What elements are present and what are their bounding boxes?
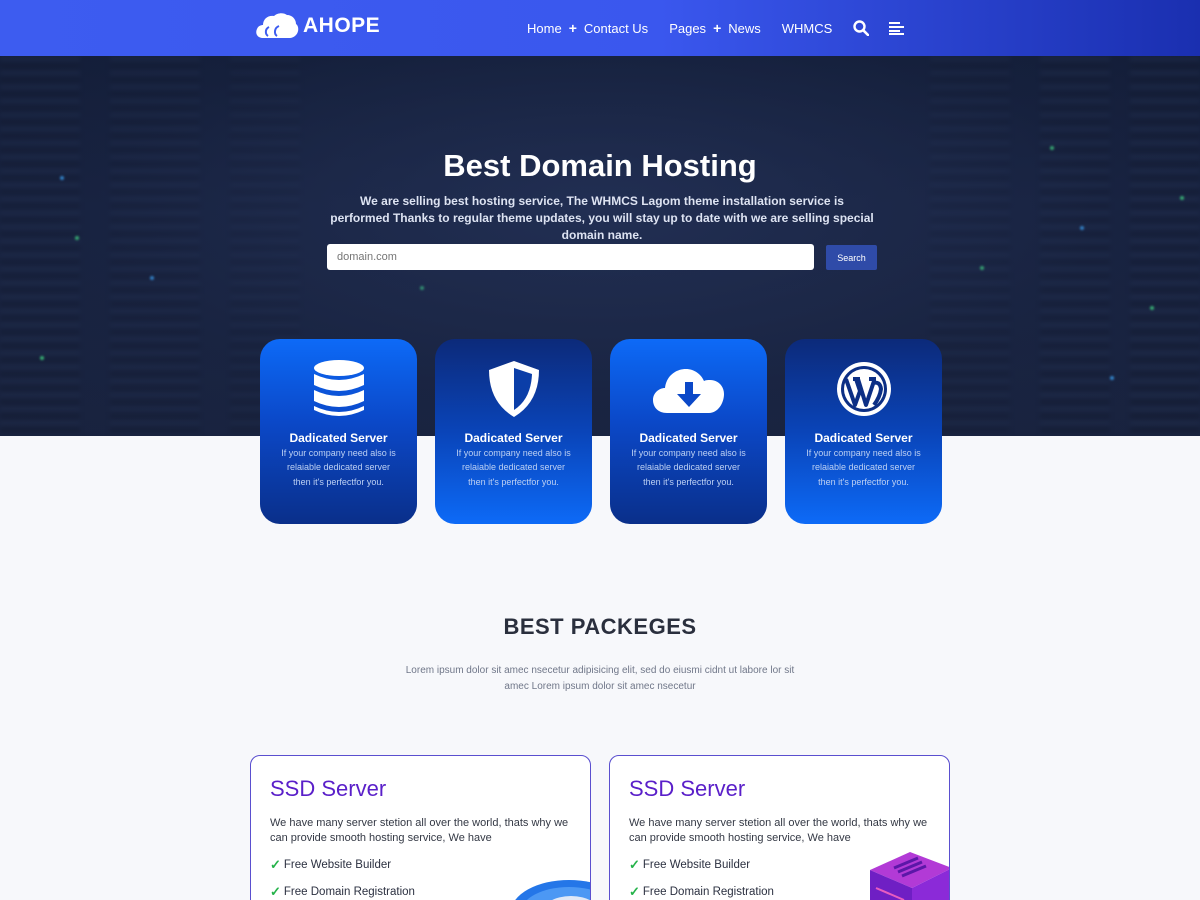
feature-card-text: If your company need also is relaiable d… (631, 448, 746, 487)
package-feature: ✓ Free Website Builder (629, 857, 751, 872)
package-card-1[interactable]: SSD Server We have many server stetion a… (250, 755, 591, 900)
check-icon: ✓ (270, 884, 281, 899)
packages-heading: BEST PACKEGES (503, 614, 697, 639)
menu-icon[interactable] (889, 21, 905, 35)
feature-card-shield[interactable]: Dadicated Server If your company need al… (435, 339, 592, 524)
hero-subtitle: We are selling best hosting service, The… (330, 194, 874, 242)
shield-icon (435, 359, 592, 419)
feature-cards: Dadicated Server If your company need al… (260, 339, 942, 524)
logo-text: AHOPE (303, 14, 381, 37)
top-navbar: AHOPE Home + Contact Us Pages + News WHM… (0, 0, 1200, 56)
feature-card-title: Dadicated Server (464, 431, 563, 445)
wordpress-icon (785, 359, 942, 419)
feature-card-wordpress[interactable]: Dadicated Server If your company need al… (785, 339, 942, 524)
search-button[interactable]: Search (826, 245, 877, 270)
package-title: SSD Server (270, 776, 387, 801)
feature-card-text: If your company need also is relaiable d… (456, 448, 571, 487)
package-feature: ✓ Free Domain Registration (270, 884, 415, 899)
package-feature: ✓ Free Domain Registration (629, 884, 774, 899)
disk-illustration-icon (515, 880, 590, 900)
domain-search-input[interactable] (327, 244, 814, 270)
nav-home-plus-icon[interactable]: + (569, 20, 577, 36)
database-icon (260, 359, 417, 419)
search-icon[interactable] (853, 20, 870, 36)
cloud-download-icon (610, 359, 767, 419)
package-description: We have many server stetion all over the… (270, 817, 569, 844)
feature-card-title: Dadicated Server (639, 431, 738, 445)
nav-pages[interactable]: Pages (669, 21, 706, 36)
cloud-logo-icon (256, 13, 299, 38)
hero-title: Best Domain Hosting (443, 148, 757, 183)
nav-pages-plus-icon[interactable]: + (713, 20, 721, 36)
feature-card-database[interactable]: Dadicated Server If your company need al… (260, 339, 417, 524)
package-feature: ✓ Free Website Builder (270, 857, 392, 872)
main-nav: Home + Contact Us Pages + News WHMCS (527, 0, 905, 56)
packages-subtitle: Lorem ipsum dolor sit amec nsecetur adip… (405, 665, 795, 692)
check-icon: ✓ (629, 884, 640, 899)
site-logo[interactable]: AHOPE (255, 12, 380, 40)
package-card-2[interactable]: SSD Server We have many server stetion a… (609, 755, 950, 900)
package-description: We have many server stetion all over the… (629, 817, 928, 844)
package-title: SSD Server (629, 776, 746, 801)
feature-card-title: Dadicated Server (814, 431, 913, 445)
check-icon: ✓ (270, 857, 281, 872)
feature-card-text: If your company need also is relaiable d… (281, 448, 396, 487)
nav-whmcs[interactable]: WHMCS (782, 21, 833, 36)
feature-card-text: If your company need also is relaiable d… (806, 448, 921, 487)
nav-home[interactable]: Home (527, 21, 562, 36)
feature-card-cloud-download[interactable]: Dadicated Server If your company need al… (610, 339, 767, 524)
feature-card-title: Dadicated Server (289, 431, 388, 445)
server-box-illustration-icon (870, 852, 949, 900)
nav-contact-us[interactable]: Contact Us (584, 21, 648, 36)
check-icon: ✓ (629, 857, 640, 872)
nav-news[interactable]: News (728, 21, 761, 36)
